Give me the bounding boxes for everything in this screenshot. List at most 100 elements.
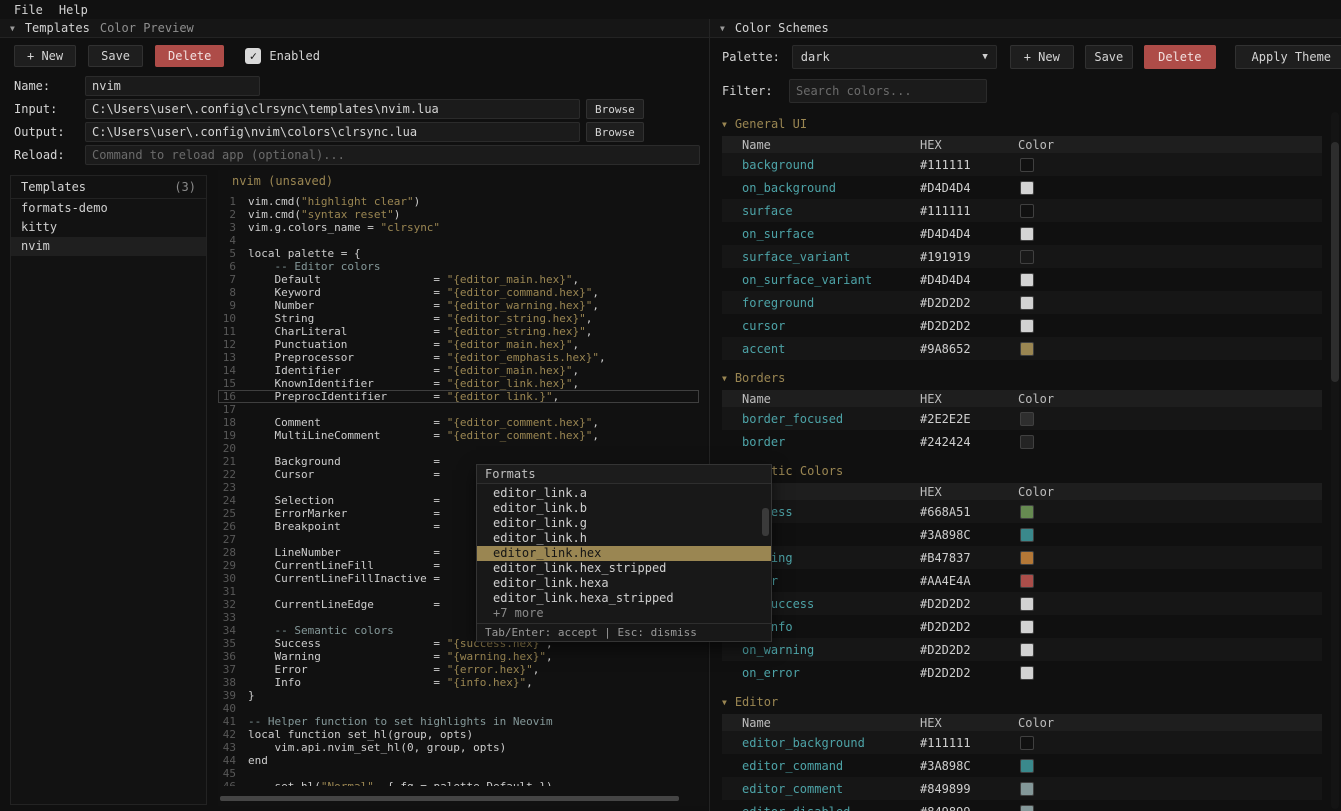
color-row[interactable]: on_background#D4D4D4 [722, 176, 1322, 199]
color-row[interactable]: editor_comment#849899 [722, 777, 1322, 800]
color-swatch[interactable] [1020, 620, 1034, 634]
color-row[interactable]: success#668A51 [722, 500, 1322, 523]
color-swatch[interactable] [1020, 643, 1034, 657]
browse-input-button[interactable]: Browse [586, 99, 644, 119]
color-row[interactable]: info#3A898C [722, 523, 1322, 546]
color-swatch[interactable] [1020, 342, 1034, 356]
apply-theme-button[interactable]: Apply Theme [1235, 45, 1341, 69]
menu-help[interactable]: Help [59, 3, 88, 17]
color-row[interactable]: editor_command#3A898C [722, 754, 1322, 777]
section-title: Borders [735, 371, 786, 385]
scrollbar-thumb[interactable] [220, 796, 679, 801]
color-row[interactable]: error#AA4E4A [722, 569, 1322, 592]
chevron-down-icon[interactable]: ▼ [10, 24, 15, 33]
color-swatch[interactable] [1020, 435, 1034, 449]
line-number: 9 [218, 299, 248, 312]
color-row[interactable]: warning#B47837 [722, 546, 1322, 569]
color-swatch[interactable] [1020, 273, 1034, 287]
section-header[interactable]: ▼Editor [722, 690, 1322, 714]
autocomplete-item[interactable]: editor_link.b [477, 501, 771, 516]
color-row[interactable]: on_surface#D4D4D4 [722, 222, 1322, 245]
color-swatch[interactable] [1020, 597, 1034, 611]
reload-command-input[interactable] [85, 145, 700, 165]
delete-palette-button[interactable]: Delete [1144, 45, 1216, 69]
line-number: 17 [218, 403, 248, 416]
color-swatch[interactable] [1020, 736, 1034, 750]
template-item[interactable]: nvim [11, 237, 206, 256]
enabled-checkbox[interactable]: ✓ [245, 48, 261, 64]
template-name-input[interactable] [85, 76, 260, 96]
autocomplete-item[interactable]: editor_link.h [477, 531, 771, 546]
save-template-button[interactable]: Save [88, 45, 143, 67]
save-palette-button[interactable]: Save [1085, 45, 1133, 69]
color-row[interactable]: surface_variant#191919 [722, 245, 1322, 268]
color-swatch[interactable] [1020, 158, 1034, 172]
tab-templates[interactable]: Templates [25, 21, 90, 35]
tab-color-preview[interactable]: Color Preview [100, 21, 194, 35]
autocomplete-item[interactable]: editor_link.hexa_stripped [477, 591, 771, 606]
color-name: border_focused [722, 412, 920, 426]
section-header[interactable]: ▼General UI [722, 112, 1322, 136]
color-swatch[interactable] [1020, 181, 1034, 195]
input-path-input[interactable] [85, 99, 580, 119]
color-row[interactable]: cursor#D2D2D2 [722, 314, 1322, 337]
color-swatch[interactable] [1020, 412, 1034, 426]
color-row[interactable]: accent#9A8652 [722, 337, 1322, 360]
color-row[interactable]: editor_disabled#849899 [722, 800, 1322, 811]
filter-input[interactable] [789, 79, 987, 103]
color-swatch[interactable] [1020, 296, 1034, 310]
autocomplete-item[interactable]: editor_link.hex [477, 546, 771, 561]
section-header[interactable]: ▼Borders [722, 366, 1322, 390]
color-section: ▼General UINameHEXColorbackground#111111… [722, 112, 1322, 360]
autocomplete-item[interactable]: editor_link.g [477, 516, 771, 531]
code-line: 5local palette = { [218, 247, 699, 260]
autocomplete-more[interactable]: +7 more [477, 606, 771, 621]
color-hex: #2E2E2E [920, 412, 1018, 426]
templates-pane: ▼ Templates Color Preview + New Save Del… [0, 19, 710, 811]
section-header[interactable]: ▼Semantic Colors [722, 459, 1322, 483]
color-swatch[interactable] [1020, 250, 1034, 264]
template-item[interactable]: kitty [11, 218, 206, 237]
color-row[interactable]: on_surface_variant#D4D4D4 [722, 268, 1322, 291]
autocomplete-item[interactable]: editor_link.hex_stripped [477, 561, 771, 576]
color-swatch[interactable] [1020, 227, 1034, 241]
new-template-button[interactable]: + New [14, 45, 76, 67]
new-palette-button[interactable]: + New [1010, 45, 1074, 69]
color-row[interactable]: on_warning#D2D2D2 [722, 638, 1322, 661]
color-swatch[interactable] [1020, 782, 1034, 796]
autocomplete-item[interactable]: editor_link.a [477, 486, 771, 501]
color-swatch[interactable] [1020, 759, 1034, 773]
color-row[interactable]: surface#111111 [722, 199, 1322, 222]
color-swatch[interactable] [1020, 574, 1034, 588]
color-row[interactable]: border#242424 [722, 430, 1322, 453]
color-swatch[interactable] [1020, 528, 1034, 542]
color-row[interactable]: editor_background#111111 [722, 731, 1322, 754]
color-swatch[interactable] [1020, 805, 1034, 811]
color-row[interactable]: on_info#D2D2D2 [722, 615, 1322, 638]
right-scrollbar[interactable] [1331, 112, 1339, 809]
color-row[interactable]: on_error#D2D2D2 [722, 661, 1322, 684]
line-text: Cursor = [248, 468, 447, 481]
scrollbar-thumb[interactable] [762, 508, 769, 536]
color-swatch[interactable] [1020, 319, 1034, 333]
output-path-input[interactable] [85, 122, 580, 142]
delete-template-button[interactable]: Delete [155, 45, 224, 67]
color-row[interactable]: background#111111 [722, 153, 1322, 176]
color-swatch[interactable] [1020, 505, 1034, 519]
code-line: 1vim.cmd("highlight clear") [218, 195, 699, 208]
color-swatch[interactable] [1020, 551, 1034, 565]
color-swatch[interactable] [1020, 204, 1034, 218]
browse-output-button[interactable]: Browse [586, 122, 644, 142]
color-row[interactable]: border_focused#2E2E2E [722, 407, 1322, 430]
color-swatch[interactable] [1020, 666, 1034, 680]
autocomplete-item[interactable]: editor_link.hexa [477, 576, 771, 591]
menu-file[interactable]: File [14, 3, 43, 17]
template-item[interactable]: formats-demo [11, 199, 206, 218]
color-row[interactable]: on_success#D2D2D2 [722, 592, 1322, 615]
editor-horizontal-scrollbar[interactable] [220, 796, 693, 801]
color-row[interactable]: foreground#D2D2D2 [722, 291, 1322, 314]
table-header: NameHEXColor [722, 483, 1322, 500]
chevron-down-icon[interactable]: ▼ [720, 24, 725, 33]
scrollbar-thumb[interactable] [1331, 142, 1339, 382]
palette-select[interactable]: dark ▼ [792, 45, 997, 69]
